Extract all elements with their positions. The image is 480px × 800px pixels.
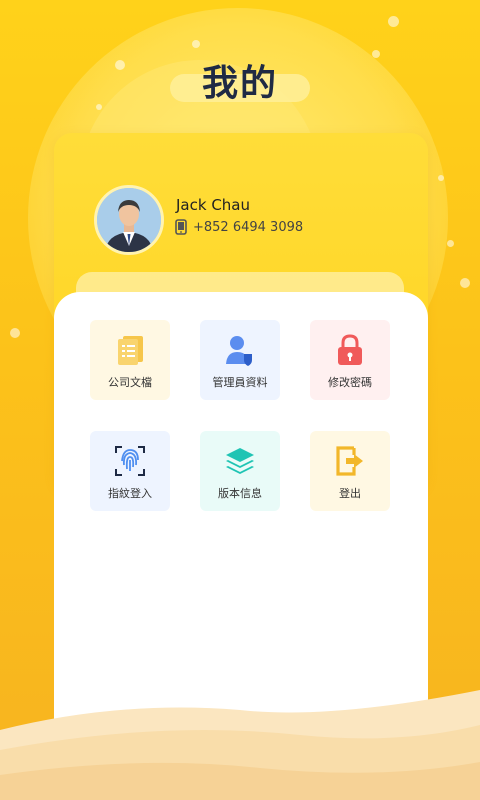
- sparkle-dot: [460, 278, 470, 288]
- logout-icon: [336, 446, 363, 476]
- menu-item-label: 修改密碼: [328, 376, 372, 389]
- lock-icon: [338, 334, 362, 365]
- sparkle-dot: [447, 240, 454, 247]
- menu-item-logout[interactable]: 登出: [310, 431, 390, 511]
- mobile-phone-icon: [175, 219, 187, 235]
- document-icon: [118, 336, 143, 365]
- menu-item-label: 登出: [339, 487, 361, 500]
- sparkle-dot: [438, 175, 444, 181]
- menu-item-company-documents[interactable]: 公司文檔: [90, 320, 170, 400]
- sand-dunes-decoration: [0, 690, 480, 800]
- menu-item-change-password[interactable]: 修改密碼: [310, 320, 390, 400]
- layers-icon: [226, 448, 254, 474]
- sparkle-dot: [192, 40, 200, 48]
- menu-item-admin-profile[interactable]: 管理員資料: [200, 320, 280, 400]
- fingerprint-icon: [115, 446, 145, 476]
- profile-phone: +852 6494 3098: [193, 219, 304, 235]
- sparkle-dot: [388, 16, 399, 27]
- menu-item-version-info[interactable]: 版本信息: [200, 431, 280, 511]
- profile-phone-row: +852 6494 3098: [175, 219, 303, 235]
- avatar-person-icon: [97, 188, 161, 252]
- avatar[interactable]: [94, 185, 164, 255]
- menu-item-label: 管理員資料: [212, 376, 268, 389]
- page-title: 我的: [201, 63, 278, 104]
- menu-item-label: 公司文檔: [108, 376, 152, 389]
- menu-item-fingerprint-login[interactable]: 指紋登入: [90, 431, 170, 511]
- menu-item-label: 指紋登入: [108, 487, 152, 500]
- profile-name: Jack Chau: [176, 196, 250, 214]
- sparkle-dot: [10, 328, 20, 338]
- admin-user-icon: [226, 336, 252, 366]
- menu-item-label: 版本信息: [218, 487, 262, 500]
